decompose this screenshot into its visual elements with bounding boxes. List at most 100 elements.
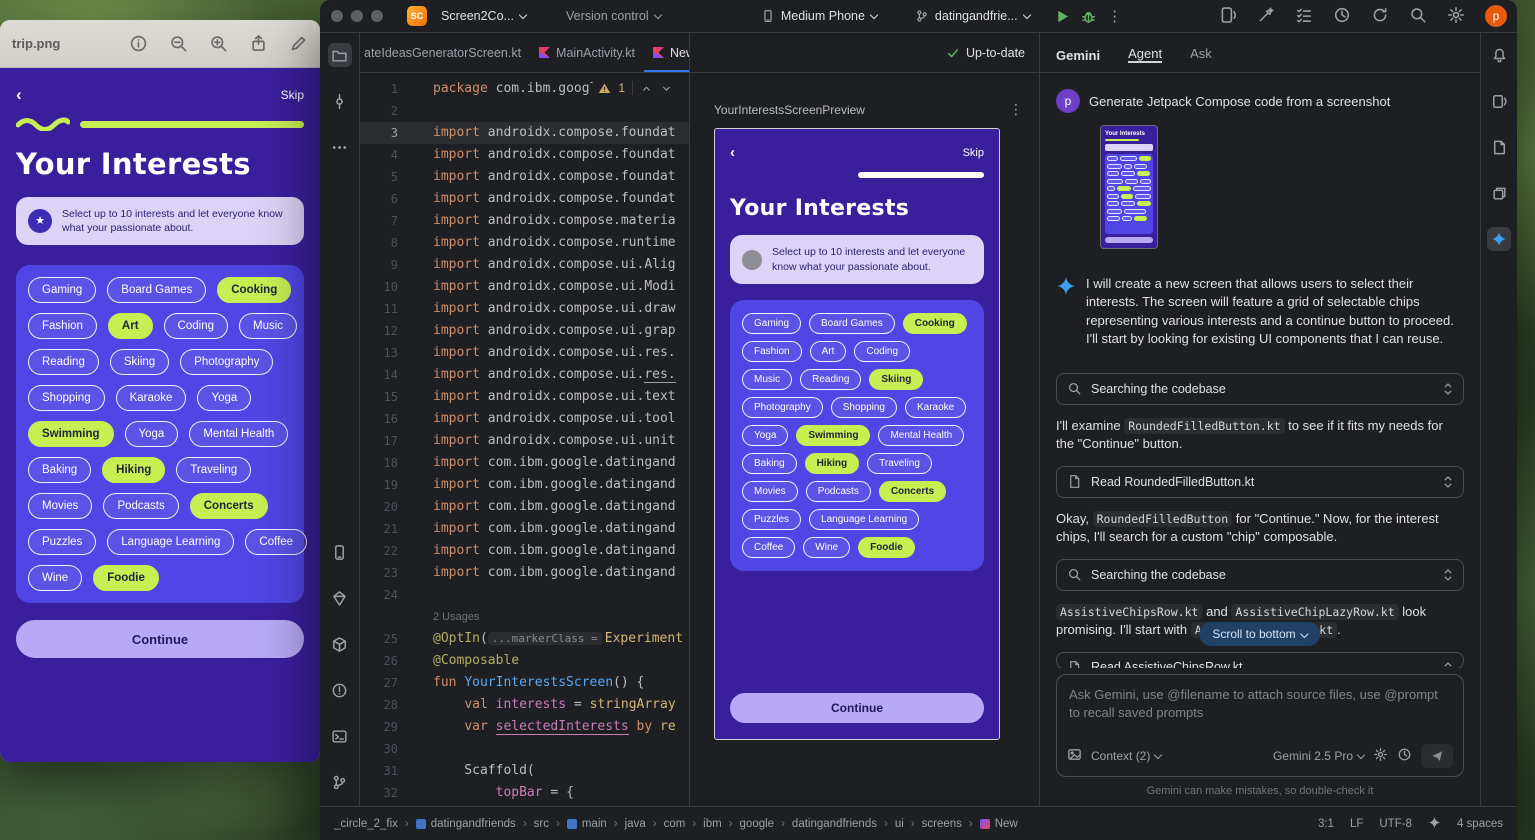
git-tool-icon[interactable]: [328, 770, 352, 794]
code-line[interactable]: 21import com.ibm.google.datingand: [360, 518, 689, 540]
code-line[interactable]: 9import androidx.compose.ui.Alig: [360, 254, 689, 276]
code-line[interactable]: 25@OptIn(...markerClass =Experiment: [360, 628, 689, 650]
minimize-window-button[interactable]: [351, 10, 363, 22]
tool-call-chip[interactable]: Searching the codebase: [1056, 559, 1464, 591]
interest-chip[interactable]: Gaming: [742, 313, 801, 334]
maximize-window-button[interactable]: [371, 10, 383, 22]
branch-selector[interactable]: datingandfrie...: [909, 6, 1036, 26]
notifications-bell-icon[interactable]: [1487, 43, 1511, 67]
settings-gear-icon[interactable]: [1447, 6, 1465, 27]
code-line[interactable]: 7import androidx.compose.materia: [360, 210, 689, 232]
gemini-input-box[interactable]: Ask Gemini, use @filename to attach sour…: [1056, 674, 1464, 777]
prev-issue-chevron[interactable]: [640, 82, 653, 95]
breadcrumb-item[interactable]: main: [567, 818, 607, 830]
preview-more-icon[interactable]: ⋮: [1009, 101, 1023, 118]
breadcrumb-item[interactable]: datingandfriends: [416, 818, 516, 830]
code-line[interactable]: 19import com.ibm.google.datingand: [360, 474, 689, 496]
breadcrumb-item[interactable]: New: [980, 818, 1018, 830]
interest-chip[interactable]: Karaoke: [905, 397, 966, 418]
interest-chip[interactable]: Photography: [742, 397, 823, 418]
code-line[interactable]: 22import com.ibm.google.datingand: [360, 540, 689, 562]
close-window-button[interactable]: [331, 10, 343, 22]
profile-avatar[interactable]: p: [1485, 5, 1507, 27]
code-line[interactable]: 2: [360, 100, 689, 122]
gemini-tool-icon[interactable]: [1487, 227, 1511, 251]
ai-status-spark-icon[interactable]: [1428, 816, 1441, 832]
breadcrumb-item[interactable]: google: [740, 818, 775, 830]
more-tool-windows-icon[interactable]: [328, 135, 352, 159]
interest-chip[interactable]: Movies: [742, 481, 798, 502]
breadcrumb-item[interactable]: java: [625, 818, 646, 830]
interest-chip[interactable]: Fashion: [742, 341, 802, 362]
project-tool-icon[interactable]: [328, 43, 352, 67]
breadcrumb-item[interactable]: ibm: [703, 818, 722, 830]
interest-chip[interactable]: Reading: [800, 369, 861, 390]
code-line[interactable]: 32 topBar = {: [360, 782, 689, 804]
interest-chip[interactable]: Coffee: [742, 537, 795, 558]
interest-chip[interactable]: Coding: [854, 341, 910, 362]
skip-label[interactable]: Skip: [963, 147, 984, 159]
markup-pencil-icon[interactable]: [289, 34, 308, 53]
tool-call-chip[interactable]: Read RoundedFilledButton.kt: [1056, 466, 1464, 498]
running-devices-icon[interactable]: [328, 540, 352, 564]
breadcrumb-item[interactable]: src: [534, 818, 549, 830]
interest-chip[interactable]: Shopping: [831, 397, 897, 418]
breadcrumb-item[interactable]: datingandfriends: [792, 818, 877, 830]
inspections-widget[interactable]: 1: [592, 79, 679, 97]
gemini-settings-icon[interactable]: [1373, 747, 1388, 765]
code-line[interactable]: 8import androidx.compose.runtime: [360, 232, 689, 254]
sync-project-icon[interactable]: [1371, 6, 1389, 27]
code-line[interactable]: 5import androidx.compose.foundat: [360, 166, 689, 188]
interest-chip[interactable]: Podcasts: [806, 481, 871, 502]
interest-chip[interactable]: Swimming: [796, 425, 870, 446]
tab-ask[interactable]: Ask: [1190, 46, 1212, 63]
problems-tool-icon[interactable]: [328, 678, 352, 702]
device-explorer-icon[interactable]: [1487, 135, 1511, 159]
interest-chip[interactable]: Traveling: [867, 453, 932, 474]
layout-inspector-icon[interactable]: [1487, 181, 1511, 205]
code-line[interactable]: 11import androidx.compose.ui.draw: [360, 298, 689, 320]
code-line[interactable]: 31 Scaffold(: [360, 760, 689, 782]
code-line[interactable]: 29 var selectedInterests by re: [360, 716, 689, 738]
code-line[interactable]: 27fun YourInterestsScreen() {: [360, 672, 689, 694]
tab-dateideasgeneratorscreen[interactable]: ateIdeasGeneratorScreen.kt: [360, 33, 530, 72]
code-line[interactable]: 4import androidx.compose.foundat: [360, 144, 689, 166]
device-streaming-icon[interactable]: [1219, 6, 1237, 27]
more-actions-button[interactable]: ⋮: [1102, 4, 1128, 28]
terminal-tool-icon[interactable]: [328, 724, 352, 748]
interest-chip[interactable]: Language Learning: [809, 509, 919, 530]
code-line[interactable]: 18import com.ibm.google.datingand: [360, 452, 689, 474]
interest-chip[interactable]: Cooking: [903, 313, 967, 334]
interest-chip[interactable]: Wine: [803, 537, 850, 558]
send-button[interactable]: [1421, 744, 1453, 768]
app-insights-icon[interactable]: [328, 586, 352, 610]
continue-button[interactable]: Continue: [730, 693, 984, 723]
tab-newscreen[interactable]: NewScreen.kt×: [644, 33, 689, 72]
code-line[interactable]: 20import com.ibm.google.datingand: [360, 496, 689, 518]
model-selector[interactable]: Gemini 2.5 Pro: [1273, 749, 1364, 763]
interest-chip[interactable]: Music: [742, 369, 792, 390]
next-issue-chevron[interactable]: [660, 82, 673, 95]
device-mirror-icon[interactable]: [1487, 89, 1511, 113]
tab-agent[interactable]: Agent: [1128, 46, 1162, 63]
zoom-in-icon[interactable]: [209, 34, 228, 53]
code-line[interactable]: 13import androidx.compose.ui.res.: [360, 342, 689, 364]
code-line[interactable]: 14import androidx.compose.ui.res.: [360, 364, 689, 386]
file-encoding[interactable]: UTF-8: [1379, 818, 1412, 830]
code-line[interactable]: 23import com.ibm.google.datingand: [360, 562, 689, 584]
interest-chip[interactable]: Baking: [742, 453, 797, 474]
run-button[interactable]: [1050, 4, 1076, 28]
indent-setting[interactable]: 4 spaces: [1457, 818, 1503, 830]
commit-tool-icon[interactable]: [328, 89, 352, 113]
breadcrumb-item[interactable]: _circle_2_fix: [334, 818, 398, 830]
scroll-to-bottom-button[interactable]: Scroll to bottom: [1199, 622, 1320, 646]
interest-chip[interactable]: Concerts: [879, 481, 946, 502]
share-icon[interactable]: [249, 34, 268, 53]
attach-image-icon[interactable]: [1067, 747, 1082, 765]
zoom-out-icon[interactable]: [169, 34, 188, 53]
build-tool-icon[interactable]: [328, 632, 352, 656]
info-icon[interactable]: [129, 34, 148, 53]
history-icon[interactable]: [1397, 747, 1412, 765]
interest-chip[interactable]: Skiing: [869, 369, 923, 390]
ai-actions-icon[interactable]: [1257, 6, 1275, 27]
